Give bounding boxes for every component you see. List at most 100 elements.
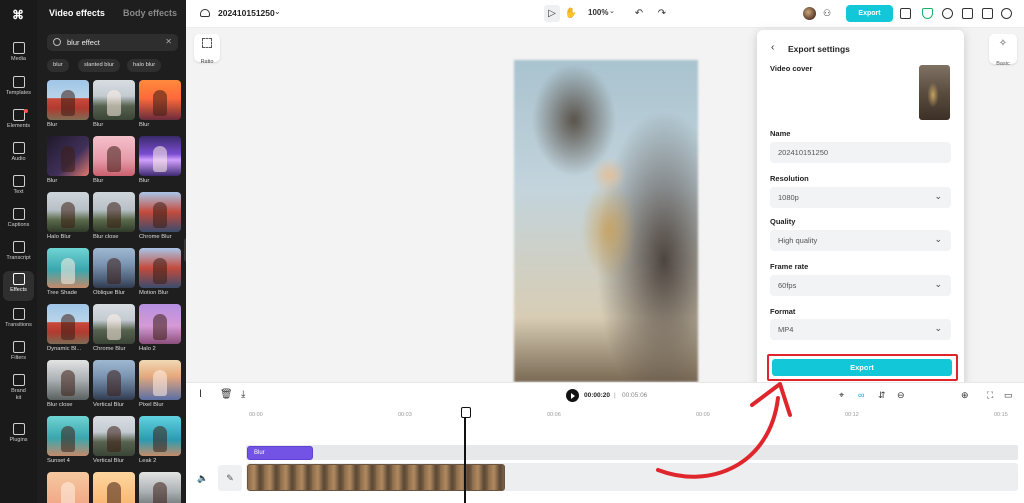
video-cover-thumbnail[interactable]: [919, 65, 950, 120]
edit-cover-button[interactable]: ✎: [218, 465, 242, 491]
cloud-save-icon[interactable]: [200, 9, 210, 17]
chip-blur[interactable]: blur: [47, 59, 69, 72]
effect-item[interactable]: Oblique Blur: [93, 248, 135, 296]
effect-label: Blur: [93, 122, 104, 128]
undo-icon[interactable]: ↶: [631, 5, 647, 22]
split-icon[interactable]: Ⅰ: [199, 389, 202, 400]
effect-item[interactable]: [47, 472, 89, 503]
shield-icon[interactable]: [922, 8, 933, 19]
effect-item[interactable]: Sunset 4: [47, 416, 89, 464]
rail-item-templates[interactable]: Templates: [0, 74, 37, 104]
effect-item[interactable]: Blur: [47, 136, 89, 184]
split-view-icon[interactable]: ⇵: [878, 390, 886, 401]
effect-item[interactable]: Motion Blur: [139, 248, 181, 296]
rail-item-elements[interactable]: Elements: [0, 107, 37, 137]
export-button-top[interactable]: Export: [846, 5, 893, 22]
comment-icon[interactable]: ▭: [1004, 390, 1013, 401]
tick: 00:03: [398, 412, 412, 418]
effect-item[interactable]: Pixel Blur: [139, 360, 181, 408]
effect-item[interactable]: Leak 2: [139, 416, 181, 464]
resolution-select[interactable]: 1080p ⌄: [770, 187, 951, 208]
rail-item-effects[interactable]: Effects: [3, 271, 34, 301]
present-icon[interactable]: [900, 8, 911, 19]
zoom-out-icon[interactable]: ⊖: [897, 390, 905, 401]
effect-thumbnail: [93, 192, 135, 232]
redo-icon[interactable]: ↷: [654, 5, 670, 22]
avatar[interactable]: [803, 7, 816, 20]
quality-value: High quality: [778, 236, 818, 245]
rail-item-media[interactable]: Media: [0, 40, 37, 70]
time-ruler[interactable]: 00:00 00:03 00:06 00:09 00:12 00:15: [246, 412, 1024, 422]
effect-item[interactable]: Chrome Blur: [93, 304, 135, 352]
ratio-button[interactable]: Ratio: [194, 34, 220, 65]
effect-item[interactable]: Halo 2: [139, 304, 181, 352]
play-button[interactable]: [566, 389, 579, 402]
zoom-chevron-icon[interactable]: ⌄: [609, 7, 615, 15]
basic-button[interactable]: ✧ Basic: [989, 34, 1017, 67]
blur-effect-clip[interactable]: Blur: [247, 446, 313, 460]
effect-item[interactable]: Chrome Blur: [139, 192, 181, 240]
chevron-down-icon[interactable]: ⌄: [274, 7, 281, 16]
zoom-in-icon[interactable]: ⊕: [961, 390, 969, 401]
effect-item[interactable]: Blur close: [47, 360, 89, 408]
thumbnail-subject: [153, 426, 167, 452]
gear-icon[interactable]: [1001, 8, 1012, 19]
effect-item[interactable]: Blur close: [93, 192, 135, 240]
rail-item-plugins[interactable]: Plugins: [0, 421, 37, 451]
zoom-level[interactable]: 100%: [588, 8, 608, 17]
effects-search-input[interactable]: blur effect ✕: [47, 34, 178, 51]
rail-item-brand-kit[interactable]: Brand kit: [0, 372, 37, 402]
collaborator-icon[interactable]: ⚇: [819, 5, 835, 22]
quality-select[interactable]: High quality ⌄: [770, 230, 951, 251]
effect-thumbnail: [93, 416, 135, 456]
name-field[interactable]: 202410151250: [770, 142, 951, 163]
chip-slanted-blur[interactable]: slanted blur: [78, 59, 120, 72]
capcut-logo-icon[interactable]: ⌘: [9, 8, 27, 22]
rail-item-audio[interactable]: Audio: [0, 140, 37, 170]
help-icon[interactable]: [942, 8, 953, 19]
effect-item[interactable]: Halo Blur: [47, 192, 89, 240]
rail-item-transcript[interactable]: Transcript: [0, 239, 37, 269]
rail-item-captions[interactable]: Captions: [0, 206, 37, 236]
tab-video-effects[interactable]: Video effects: [49, 8, 105, 18]
rail-item-filters[interactable]: Filters: [0, 339, 37, 369]
speaker-icon[interactable]: 🔈: [197, 473, 208, 484]
effect-item[interactable]: Vertical Blur: [93, 416, 135, 464]
effect-item[interactable]: Blur: [93, 80, 135, 128]
notification-dot: [24, 109, 28, 113]
chip-halo-blur[interactable]: halo blur: [127, 59, 162, 72]
effect-item[interactable]: [93, 472, 135, 503]
project-name[interactable]: 202410151250: [218, 8, 275, 18]
effect-thumbnail: [93, 136, 135, 176]
frame-rate-select[interactable]: 60fps ⌄: [770, 275, 951, 296]
effect-item[interactable]: Vertical Blur: [93, 360, 135, 408]
layout-icon[interactable]: [982, 8, 993, 19]
effect-label: Halo 2: [139, 346, 156, 352]
effect-item[interactable]: Blur: [93, 136, 135, 184]
magnet-icon[interactable]: ⌖: [839, 390, 844, 401]
effect-item[interactable]: Blur: [139, 80, 181, 128]
effect-item[interactable]: [139, 472, 181, 503]
link-icon[interactable]: ∞: [858, 390, 864, 400]
rail-item-transitions[interactable]: Transitions: [0, 306, 37, 336]
playhead[interactable]: [461, 407, 471, 503]
tab-body-effects[interactable]: Body effects: [123, 8, 177, 18]
video-clip[interactable]: [247, 464, 505, 491]
effect-item[interactable]: Blur: [139, 136, 181, 184]
delete-icon[interactable]: 🗑: [220, 389, 233, 400]
effect-item[interactable]: Tree Shade: [47, 248, 89, 296]
ratio-icon: [202, 38, 212, 48]
hand-tool-icon[interactable]: ✋: [563, 5, 579, 22]
effect-item[interactable]: Blur: [47, 80, 89, 128]
back-arrow-icon[interactable]: ‹: [771, 42, 774, 53]
print-icon[interactable]: [962, 8, 973, 19]
effect-item[interactable]: Dynamic Bl...: [47, 304, 89, 352]
select-tool-icon[interactable]: ▷: [544, 5, 560, 22]
rail-item-text[interactable]: Text: [0, 173, 37, 203]
effect-label: Oblique Blur: [93, 290, 125, 296]
clear-search-icon[interactable]: ✕: [165, 37, 172, 46]
fit-icon[interactable]: ⛶: [987, 390, 993, 401]
format-select[interactable]: MP4 ⌄: [770, 319, 951, 340]
video-preview[interactable]: [514, 60, 698, 382]
download-icon[interactable]: ⤓: [241, 389, 245, 400]
